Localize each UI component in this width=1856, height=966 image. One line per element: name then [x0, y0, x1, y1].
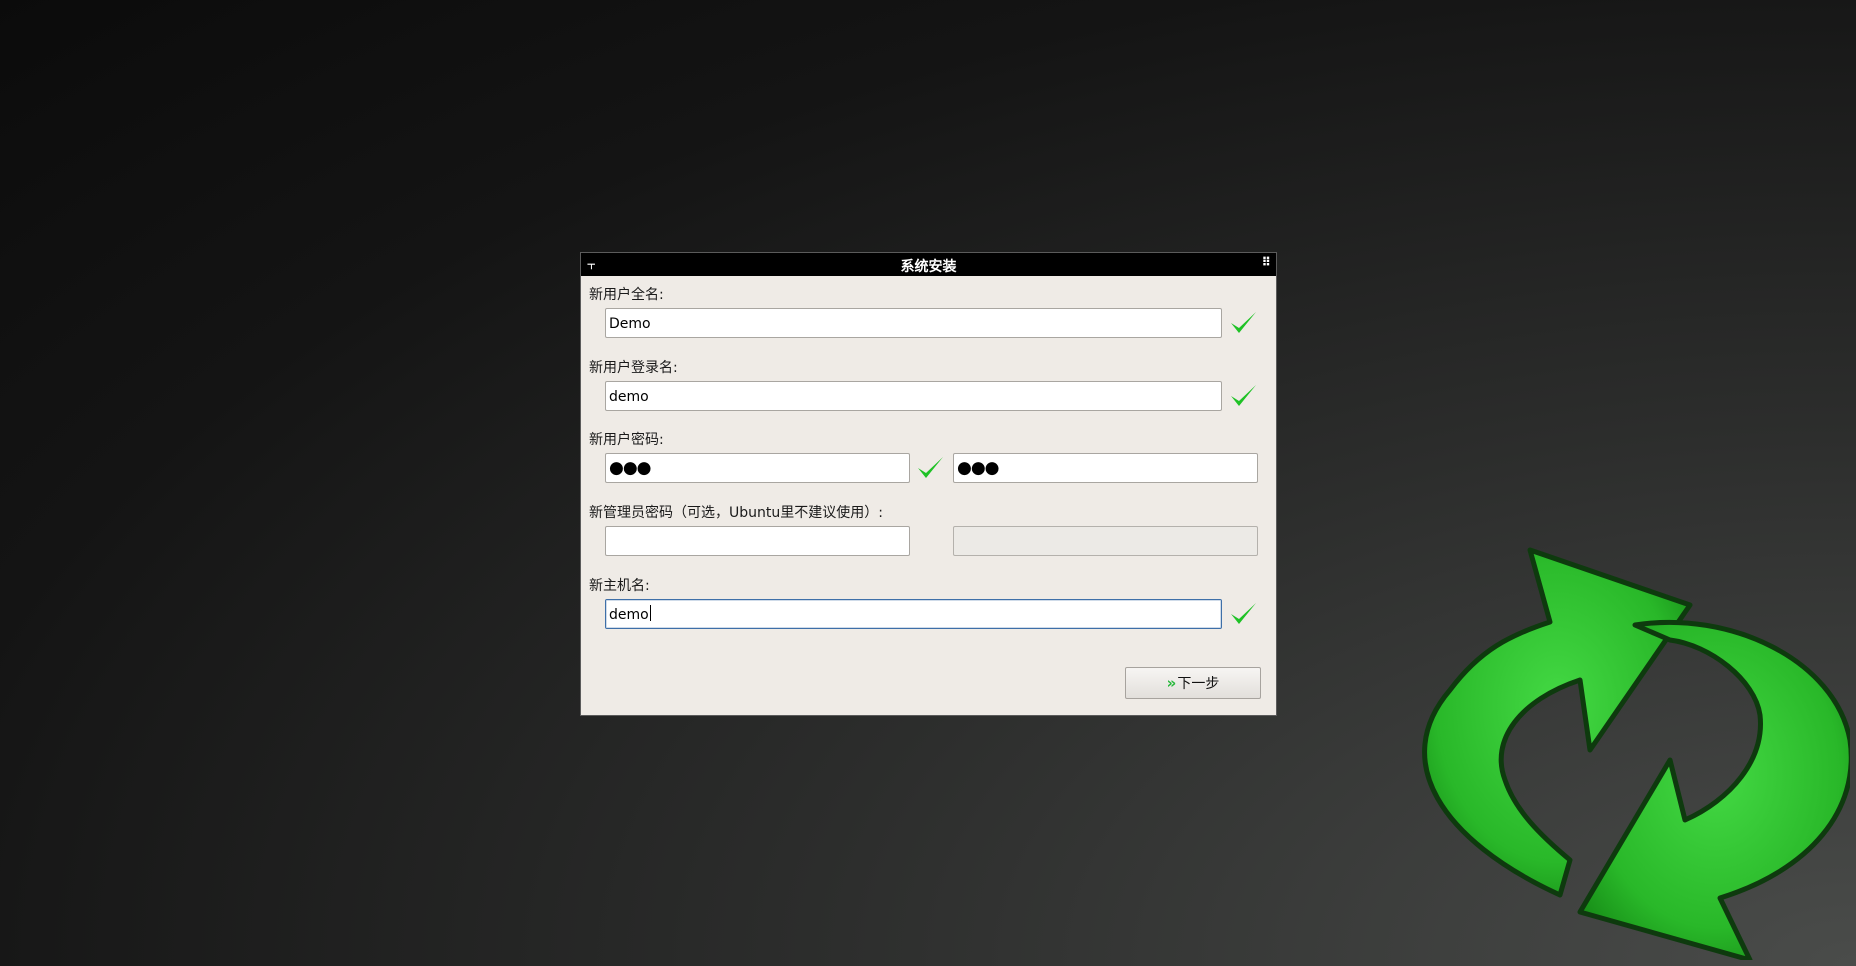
refresh-cycle-icon: [1422, 547, 1850, 960]
hostname-value: demo: [609, 607, 649, 623]
window-title: 系统安装: [900, 259, 957, 275]
admin-password-confirm-input: [953, 526, 1258, 556]
login-name-value: demo: [609, 389, 649, 405]
password-confirm-masked-value: ●●●: [957, 458, 1000, 478]
password-confirm-input[interactable]: ●●●: [953, 453, 1258, 483]
login-name-valid-checkmark-icon: [1231, 385, 1256, 406]
password-label: 新用户密码:: [589, 432, 664, 448]
full-name-valid-checkmark-icon: [1231, 312, 1256, 333]
login-name-label: 新用户登录名:: [589, 360, 678, 376]
password-valid-checkmark-icon: [918, 457, 943, 478]
full-name-value: Demo: [609, 316, 651, 332]
double-chevron-right-icon: »: [1166, 674, 1177, 692]
admin-password-label: 新管理员密码（可选，Ubuntu里不建议使用）:: [589, 505, 883, 521]
installer-dialog: ⫟ 系统安装 ⠿ 新用户全名: Demo 新用户登录名: demo 新用户密码:…: [580, 252, 1277, 716]
hostname-label: 新主机名:: [589, 578, 650, 594]
hostname-valid-checkmark-icon: [1231, 603, 1256, 624]
hostname-input[interactable]: demo: [605, 599, 1222, 629]
text-cursor: [649, 605, 651, 621]
full-name-label: 新用户全名:: [589, 287, 664, 303]
full-name-input[interactable]: Demo: [605, 308, 1222, 338]
title-bar[interactable]: ⫟ 系统安装 ⠿: [581, 253, 1276, 276]
admin-password-input[interactable]: [605, 526, 910, 556]
next-button-label: 下一步: [1177, 676, 1220, 692]
password-masked-value: ●●●: [609, 458, 652, 478]
password-input[interactable]: ●●●: [605, 453, 910, 483]
login-name-input[interactable]: demo: [605, 381, 1222, 411]
window-menu-icon[interactable]: ⠿: [1262, 255, 1271, 269]
next-button[interactable]: »下一步: [1125, 667, 1261, 699]
